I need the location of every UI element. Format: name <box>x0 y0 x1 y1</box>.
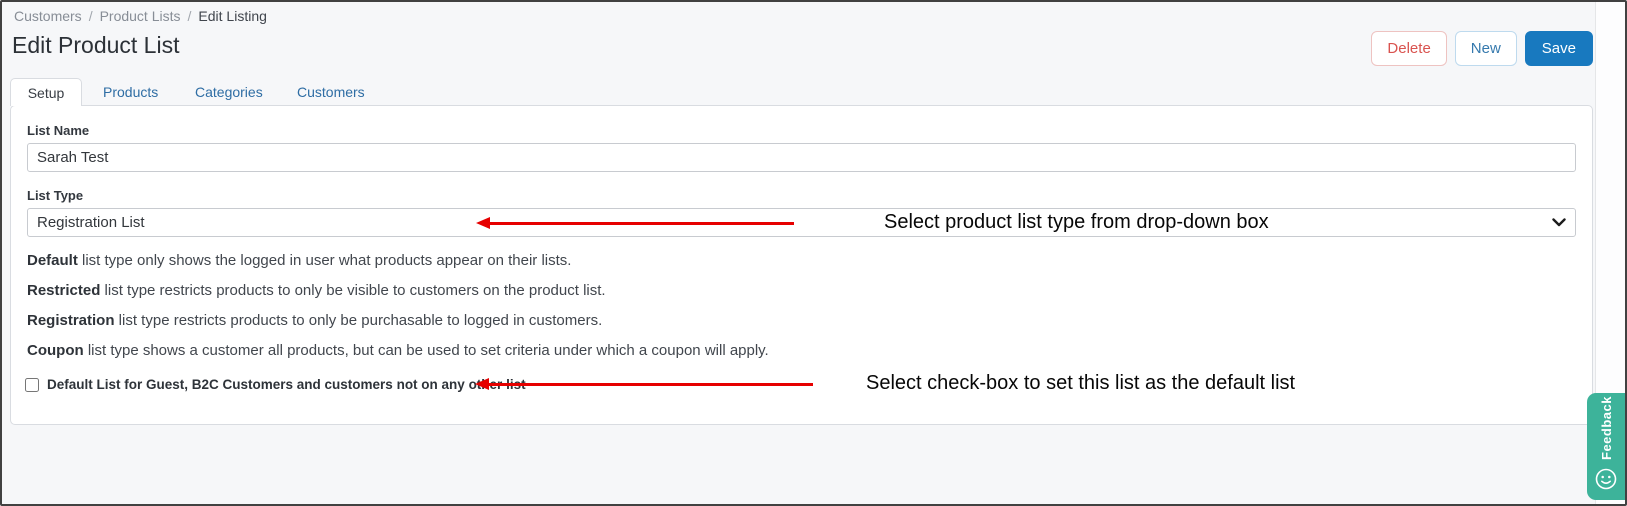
help-coupon-term: Coupon <box>27 342 84 359</box>
breadcrumb-product-lists[interactable]: Product Lists <box>100 8 181 24</box>
breadcrumb: Customers / Product Lists / Edit Listing <box>14 8 267 24</box>
header-actions: Delete New Save <box>1371 31 1593 66</box>
help-coupon: Coupon list type shows a customer all pr… <box>27 342 769 359</box>
delete-button[interactable]: Delete <box>1371 31 1446 66</box>
tab-customers[interactable]: Customers <box>297 84 365 100</box>
list-type-select-wrap: Registration List <box>27 208 1576 237</box>
tab-products[interactable]: Products <box>103 84 158 100</box>
help-restricted: Restricted list type restricts products … <box>27 282 606 299</box>
page-title: Edit Product List <box>12 32 179 59</box>
app-window: Customers / Product Lists / Edit Listing… <box>0 0 1627 506</box>
help-registration-text: list type restricts products to only be … <box>115 312 603 329</box>
new-button[interactable]: New <box>1455 31 1517 66</box>
help-restricted-text: list type restricts products to only be … <box>100 282 605 299</box>
tab-categories[interactable]: Categories <box>195 84 263 100</box>
feedback-label: Feedback <box>1599 393 1614 467</box>
annotation-note-checkbox: Select check-box to set this list as the… <box>862 371 1299 395</box>
annotation-note-list-type: Select product list type from drop-down … <box>880 210 1273 234</box>
breadcrumb-separator: / <box>188 8 192 24</box>
annotation-arrow-checkbox <box>488 383 813 386</box>
list-name-label: List Name <box>27 123 89 138</box>
list-type-select[interactable]: Registration List <box>27 208 1576 237</box>
help-default: Default list type only shows the logged … <box>27 252 571 269</box>
setup-panel: List Name List Type Registration List Se… <box>10 105 1593 425</box>
help-coupon-text: list type shows a customer all products,… <box>84 342 769 359</box>
annotation-arrow-list-type <box>489 222 794 225</box>
help-registration: Registration list type restricts product… <box>27 312 602 329</box>
default-list-checkbox[interactable] <box>25 378 39 392</box>
smiley-icon <box>1594 467 1618 491</box>
save-button[interactable]: Save <box>1525 31 1593 66</box>
list-name-input[interactable] <box>27 143 1576 172</box>
default-list-checkbox-label[interactable]: Default List for Guest, B2C Customers an… <box>47 377 526 392</box>
help-default-term: Default <box>27 252 78 269</box>
breadcrumb-edit-listing: Edit Listing <box>198 8 266 24</box>
feedback-button[interactable]: Feedback <box>1587 393 1625 500</box>
list-type-label: List Type <box>27 188 83 203</box>
help-restricted-term: Restricted <box>27 282 100 299</box>
breadcrumb-customers[interactable]: Customers <box>14 8 82 24</box>
help-default-text: list type only shows the logged in user … <box>78 252 572 269</box>
default-list-row: Default List for Guest, B2C Customers an… <box>25 377 526 392</box>
tab-setup[interactable]: Setup <box>10 78 82 106</box>
help-registration-term: Registration <box>27 312 115 329</box>
breadcrumb-separator: / <box>89 8 93 24</box>
